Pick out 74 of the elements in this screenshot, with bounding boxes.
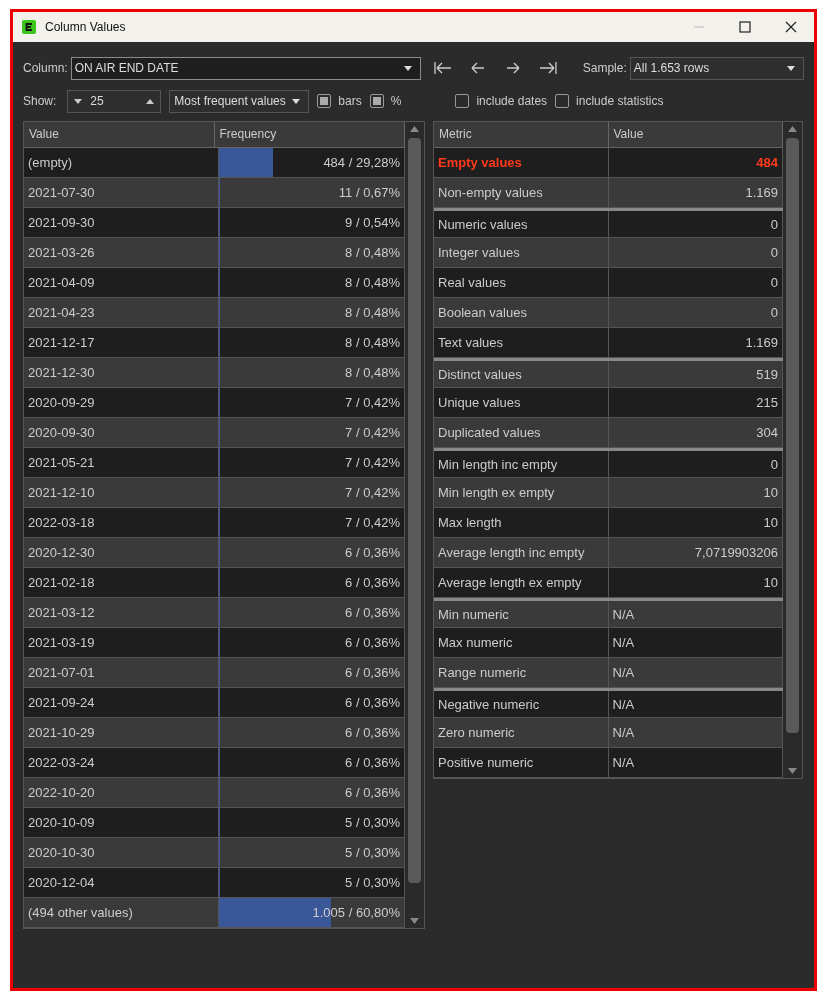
caret-icon: [404, 65, 413, 71]
scroll-up-icon[interactable]: [410, 126, 419, 132]
increment-icon[interactable]: [146, 98, 155, 104]
table-cell: 2021-07-30: [24, 178, 219, 207]
scroll-down-icon[interactable]: [788, 768, 797, 774]
table-cell: 2021-09-30: [24, 208, 219, 237]
table-cell: (494 other values): [24, 898, 219, 927]
decrement-icon[interactable]: [74, 98, 83, 104]
table-cell: Numeric values: [434, 211, 609, 237]
column-header[interactable]: Metric: [434, 122, 609, 147]
mode-dropdown[interactable]: Most frequent values: [169, 89, 310, 113]
sample-dropdown[interactable]: All 1.653 rows: [629, 56, 805, 80]
table-cell: Real values: [434, 268, 609, 297]
table-cell: 2021-02-18: [24, 568, 219, 597]
frequency-cell: 484 / 29,28%: [218, 148, 405, 177]
table-cell: 2022-10-20: [24, 778, 219, 807]
table-cell: Min length inc empty: [434, 451, 609, 477]
sample-label: Sample:: [582, 61, 627, 75]
table-cell: Boolean values: [434, 298, 609, 327]
table-cell: 2020-12-30: [24, 538, 219, 567]
table-cell: Negative numeric: [434, 691, 609, 717]
table-cell: 2020-12-04: [24, 868, 219, 897]
table-cell: Average length ex empty: [434, 568, 609, 597]
table-cell: Empty values: [434, 148, 609, 177]
column-header[interactable]: Value: [24, 122, 215, 147]
table-cell: Range numeric: [434, 658, 609, 687]
table-cell: Unique values: [434, 388, 609, 417]
scrollbar[interactable]: [783, 122, 802, 778]
table-cell: Zero numeric: [434, 718, 609, 747]
table-cell: 2021-12-17: [24, 328, 219, 357]
table-cell: 2021-03-12: [24, 598, 219, 627]
scroll-up-icon[interactable]: [788, 126, 797, 132]
table-cell: 2021-07-01: [24, 658, 219, 687]
table-cell: 2020-10-09: [24, 808, 219, 837]
table-cell: 2021-04-23: [24, 298, 219, 327]
table-cell: 2022-03-24: [24, 748, 219, 777]
table-cell: 2021-09-24: [24, 688, 219, 717]
app-icon: [22, 20, 36, 34]
table-cell: Duplicated values: [434, 418, 609, 447]
checkbox[interactable]: include dates: [455, 94, 548, 108]
checkbox[interactable]: include statistics: [555, 94, 664, 108]
window-title: Column Values: [45, 20, 126, 34]
table-cell: Max numeric: [434, 628, 609, 657]
table-cell: Min length ex empty: [434, 478, 609, 507]
caret-icon: [292, 98, 301, 104]
table-cell: Positive numeric: [434, 748, 609, 777]
table-cell: 2022-03-18: [24, 508, 219, 537]
table-cell: Integer values: [434, 238, 609, 267]
column-label: Column:: [23, 61, 68, 75]
show-spinbox[interactable]: 25: [67, 89, 162, 113]
column-dropdown[interactable]: ON AIR END DATE: [70, 56, 422, 80]
table-cell: 2021-12-10: [24, 478, 219, 507]
show-label: Show:: [23, 94, 57, 108]
table-cell: Min numeric: [434, 601, 609, 627]
checkbox[interactable]: %: [369, 94, 402, 108]
table-cell: 2020-10-30: [24, 838, 219, 867]
table-cell: Average length inc empty: [434, 538, 609, 567]
table-cell: 2021-12-30: [24, 358, 219, 387]
caret-icon: [787, 65, 796, 71]
table-cell: Max length: [434, 508, 609, 537]
scrollbar[interactable]: [405, 122, 424, 928]
checkbox[interactable]: bars: [317, 94, 362, 108]
table-cell: 2020-09-30: [24, 418, 219, 447]
table-cell: 2021-05-21: [24, 448, 219, 477]
table-cell: (empty): [24, 148, 219, 177]
scroll-down-icon[interactable]: [410, 918, 419, 924]
table-cell: Text values: [434, 328, 609, 357]
table-cell: 2021-03-26: [24, 238, 219, 267]
table-cell: Distinct values: [434, 361, 609, 387]
table-cell: 2021-04-09: [24, 268, 219, 297]
table-cell: 2021-03-19: [24, 628, 219, 657]
table-cell: 2021-10-29: [24, 718, 219, 747]
table-cell: 2020-09-29: [24, 388, 219, 417]
table-cell: Non-empty values: [434, 178, 609, 207]
